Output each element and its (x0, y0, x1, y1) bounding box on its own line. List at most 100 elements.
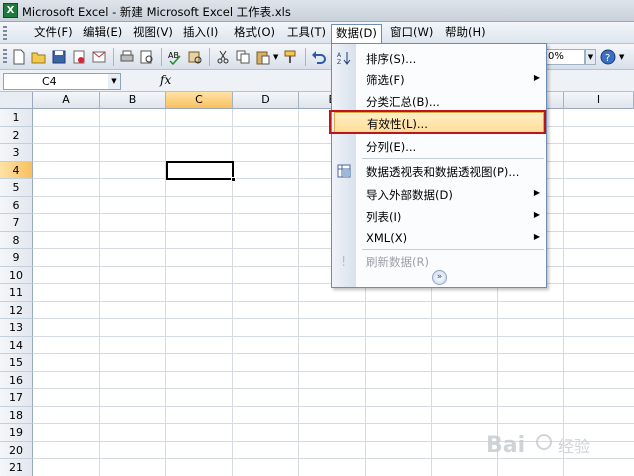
sort-icon: AZ (336, 50, 352, 66)
menu-edit[interactable]: 编辑(E) (79, 25, 126, 42)
row-header-5[interactable]: 5 (0, 179, 33, 197)
submenu-arrow-icon: ▶ (533, 73, 540, 82)
email-icon[interactable] (91, 49, 107, 65)
menu-format[interactable]: 格式(O) (230, 25, 279, 42)
row-header-9[interactable]: 9 (0, 249, 33, 267)
toolbar-grip[interactable] (3, 49, 7, 65)
submenu-arrow-icon: ▶ (533, 210, 540, 219)
column-header-i[interactable]: I (564, 92, 634, 109)
menu-help[interactable]: 帮助(H) (441, 25, 490, 42)
menu-item-label: 分列(E)... (366, 140, 417, 154)
menu-item-subtotals[interactable]: 分类汇总(B)... (332, 90, 546, 112)
grid-row-line (33, 405, 634, 407)
active-cell-c4[interactable] (166, 161, 234, 180)
menu-tools[interactable]: 工具(T) (283, 25, 330, 42)
menu-item-sort[interactable]: AZ 排序(S)... (332, 47, 546, 69)
row-header-7[interactable]: 7 (0, 214, 33, 232)
row-header-10[interactable]: 10 (0, 266, 33, 284)
row-header-21[interactable]: 21 (0, 459, 33, 476)
menu-item-label: 分类汇总(B)... (366, 95, 440, 109)
data-menu-dropdown: AZ 排序(S)... 筛选(F) ▶ 分类汇总(B)... 有效性(L)...… (331, 43, 547, 288)
grid-column-line (298, 109, 299, 476)
copy-icon[interactable] (235, 49, 251, 65)
new-icon[interactable] (11, 49, 27, 65)
baidu-watermark: Bai 经验 (480, 418, 630, 468)
row-header-18[interactable]: 18 (0, 406, 33, 424)
menu-insert[interactable]: 插入(I) (179, 25, 222, 42)
grid-row-line (33, 335, 634, 337)
open-icon[interactable] (31, 49, 47, 65)
row-header-15[interactable]: 15 (0, 354, 33, 372)
excel-app-icon: X (3, 3, 18, 18)
pivot-icon (336, 163, 352, 179)
undo-icon[interactable] (311, 49, 327, 65)
fill-handle[interactable] (231, 177, 236, 182)
toolbar-separator (113, 48, 114, 66)
help-icon[interactable]: ? (600, 49, 616, 65)
menu-data[interactable]: 数据(D) (331, 24, 382, 44)
svg-text:Z: Z (337, 59, 341, 66)
watermark-text: 经验 (558, 437, 590, 456)
refresh-icon: ! (336, 253, 352, 270)
toolbar-options-icon[interactable]: ▼ (619, 53, 624, 61)
select-all-corner[interactable] (0, 92, 33, 109)
row-header-14[interactable]: 14 (0, 336, 33, 354)
menu-item-list[interactable]: 列表(I) ▶ (332, 205, 546, 227)
menu-item-refresh-data: ! 刷新数据(R) (332, 250, 546, 272)
row-header-8[interactable]: 8 (0, 231, 33, 249)
menubar-grip[interactable] (3, 26, 7, 40)
menu-item-xml[interactable]: XML(X) ▶ (332, 227, 546, 249)
zoom-input[interactable]: 0% (545, 49, 585, 65)
row-header-11[interactable]: 11 (0, 284, 33, 302)
menu-item-pivot-table[interactable]: 数据透视表和数据透视图(P)... (332, 160, 546, 182)
column-header-a[interactable]: A (33, 92, 100, 109)
row-header-17[interactable]: 17 (0, 389, 33, 407)
print-icon[interactable] (119, 49, 135, 65)
expand-menu-icon[interactable]: » (432, 270, 447, 285)
format-painter-icon[interactable] (283, 49, 299, 65)
save-icon[interactable] (51, 49, 67, 65)
column-header-d[interactable]: D (233, 92, 299, 109)
row-header-19[interactable]: 19 (0, 424, 33, 442)
zoom-dropdown-icon[interactable]: ▼ (585, 49, 596, 65)
menu-item-label: XML(X) (366, 231, 408, 245)
menu-item-text-to-columns[interactable]: 分列(E)... (332, 135, 546, 157)
row-header-12[interactable]: 12 (0, 301, 33, 319)
permission-icon[interactable] (71, 49, 87, 65)
cut-icon[interactable] (215, 49, 231, 65)
menu-item-label: 排序(S)... (366, 52, 417, 66)
toolbar-separator (161, 48, 162, 66)
insert-function-icon[interactable]: fx (160, 73, 171, 87)
menu-item-label: 导入外部数据(D) (366, 188, 453, 202)
submenu-arrow-icon: ▶ (533, 232, 540, 241)
toolbar-separator (209, 48, 210, 66)
window-title: Microsoft Excel - 新建 Microsoft Excel 工作表… (22, 5, 291, 19)
name-box[interactable]: C4 ▼ (3, 73, 121, 90)
row-header-16[interactable]: 16 (0, 371, 33, 389)
menu-window[interactable]: 窗口(W) (386, 25, 437, 42)
toolbar-separator (305, 48, 306, 66)
row-header-20[interactable]: 20 (0, 441, 33, 459)
menu-file[interactable]: 文件(F) (30, 25, 77, 42)
spelling-icon[interactable]: AB (167, 49, 183, 65)
paste-icon[interactable] (255, 49, 271, 65)
menu-view[interactable]: 视图(V) (129, 25, 177, 42)
print-preview-icon[interactable] (139, 49, 155, 65)
row-header-3[interactable]: 3 (0, 144, 33, 162)
grid-row-line (33, 300, 634, 302)
grid-row-line (33, 318, 634, 319)
grid-row-line (33, 388, 634, 389)
research-icon[interactable] (187, 49, 203, 65)
row-header-13[interactable]: 13 (0, 319, 33, 337)
row-header-4[interactable]: 4 (0, 161, 33, 179)
row-header-1[interactable]: 1 (0, 109, 33, 127)
column-header-b[interactable]: B (100, 92, 166, 109)
menu-item-filter[interactable]: 筛选(F) ▶ (332, 68, 546, 90)
column-header-c[interactable]: C (166, 92, 233, 109)
paste-dropdown-icon[interactable]: ▼ (273, 53, 278, 61)
row-header-2[interactable]: 2 (0, 126, 33, 144)
svg-text:!: ! (341, 255, 346, 269)
menu-item-import-external-data[interactable]: 导入外部数据(D) ▶ (332, 183, 546, 205)
name-box-dropdown-icon[interactable]: ▼ (108, 74, 120, 89)
row-header-6[interactable]: 6 (0, 196, 33, 214)
